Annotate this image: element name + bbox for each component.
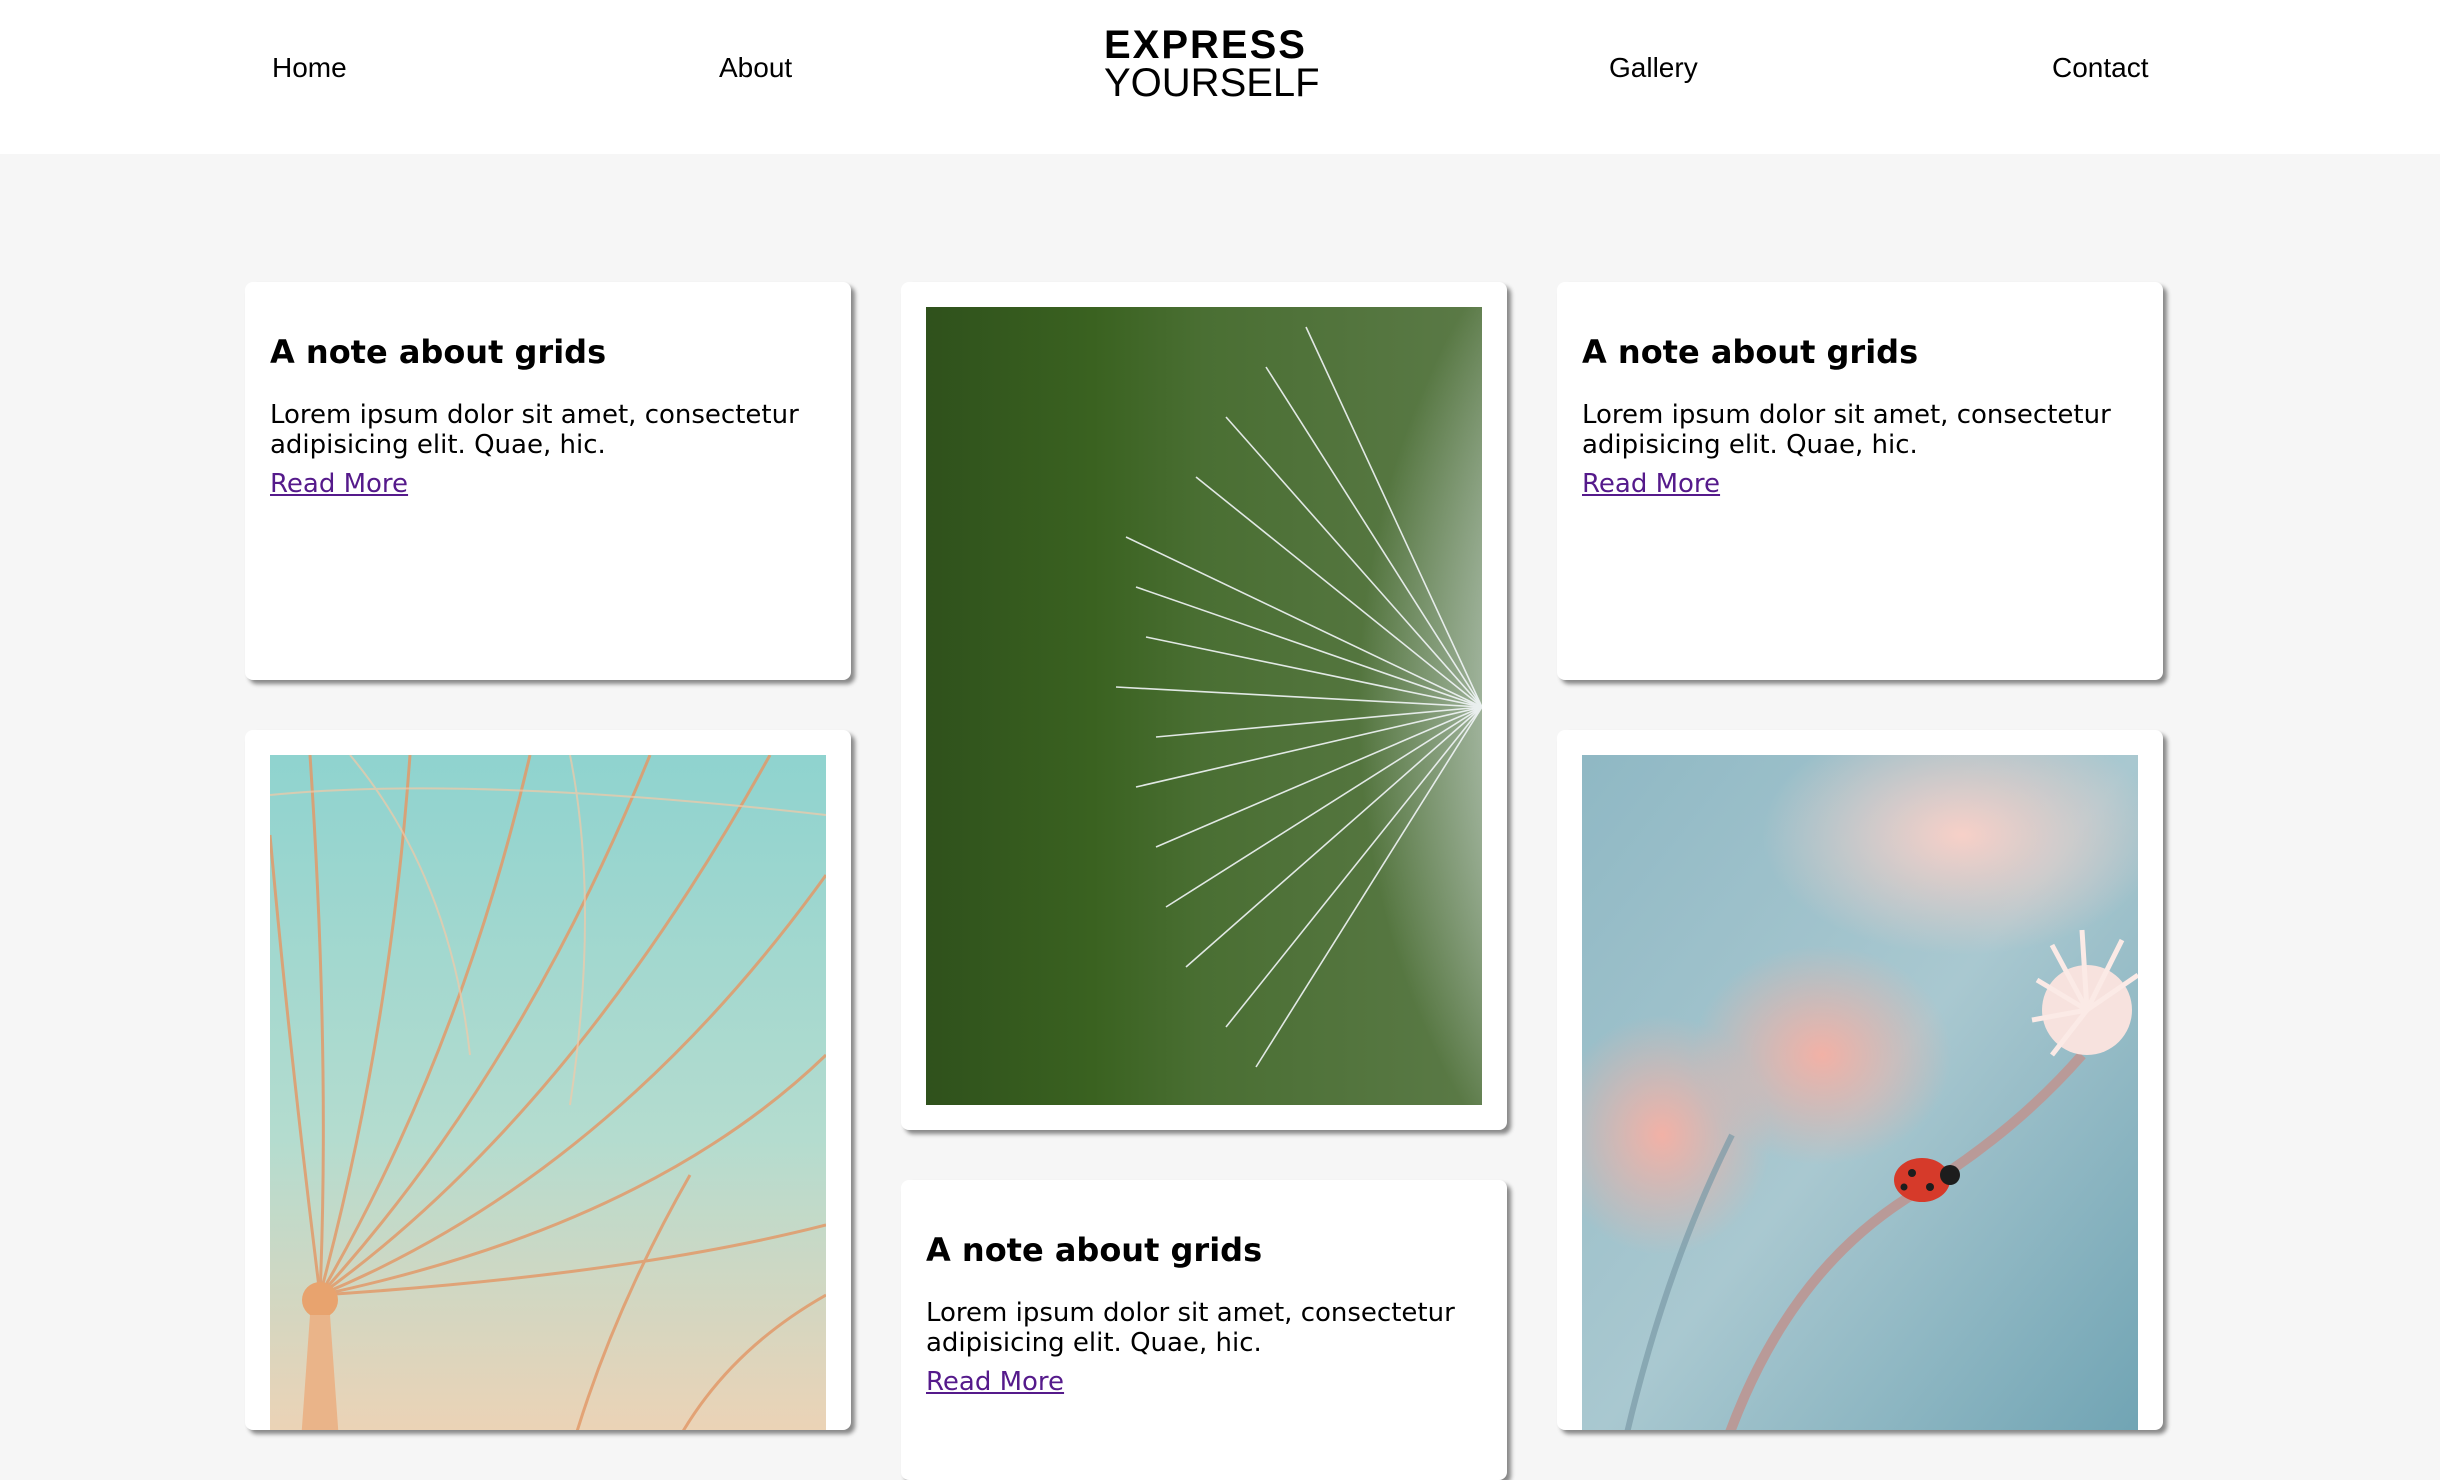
card-body: Lorem ipsum dolor sit amet, consectetur … (926, 1298, 1455, 1358)
nav-link-contact[interactable]: Contact (2052, 50, 2149, 86)
card-title: A note about grids (1582, 333, 1919, 371)
read-more-link[interactable]: Read More (1582, 468, 1720, 500)
card-title: A note about grids (270, 333, 607, 371)
text-card-1: A note about grids Lorem ipsum dolor sit… (245, 282, 851, 680)
site-logo[interactable]: EXPRESS YOURSELF (1104, 23, 1320, 105)
dandelion-seeds-photo (270, 755, 826, 1430)
dandelion-head-image (926, 307, 1482, 1105)
nav-link-about[interactable]: About (719, 50, 792, 86)
read-more-link[interactable]: Read More (270, 468, 408, 500)
read-more-link[interactable]: Read More (926, 1366, 1064, 1398)
ladybug-flower-photo (1582, 755, 2138, 1430)
card-body: Lorem ipsum dolor sit amet, consectetur … (270, 400, 799, 460)
image-card-2 (901, 282, 1507, 1130)
logo-line-1: EXPRESS (1104, 23, 1307, 67)
card-body: Lorem ipsum dolor sit amet, consectetur … (1582, 400, 2111, 460)
text-card-3: A note about grids Lorem ipsum dolor sit… (1557, 282, 2163, 680)
top-navigation: Home About EXPRESS YOURSELF Gallery Cont… (0, 0, 2440, 154)
card-title: A note about grids (926, 1231, 1263, 1269)
dandelion-head-photo (926, 307, 1482, 1105)
logo-line-2: YOURSELF (1104, 61, 1320, 105)
ladybug-flower-image (1582, 755, 2138, 1430)
nav-link-home[interactable]: Home (272, 50, 347, 86)
text-card-2: A note about grids Lorem ipsum dolor sit… (901, 1180, 1507, 1480)
image-card-1 (245, 730, 851, 1430)
nav-link-gallery[interactable]: Gallery (1609, 50, 1698, 86)
image-card-3 (1557, 730, 2163, 1430)
dandelion-seeds-image (270, 755, 826, 1430)
